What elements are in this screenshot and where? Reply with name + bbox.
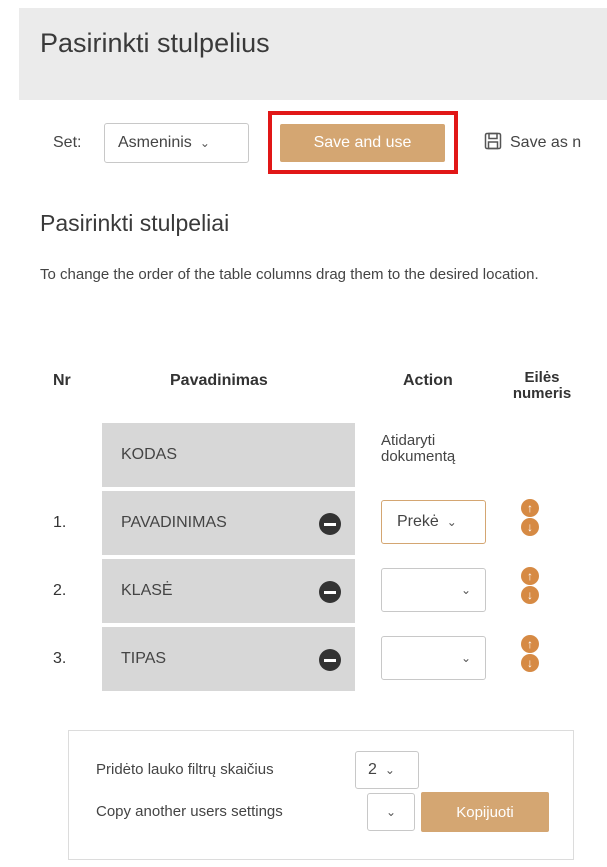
- row-number: 2.: [53, 582, 67, 599]
- copy-user-select[interactable]: ⌄: [367, 793, 415, 831]
- header-nr: Nr: [53, 372, 71, 389]
- row-number: 3.: [53, 650, 67, 667]
- header-action: Action: [403, 372, 453, 389]
- action-text: Atidaryti dokumentą: [381, 432, 456, 465]
- minus-circle-icon[interactable]: [319, 581, 341, 603]
- column-item-label: TIPAS: [121, 650, 167, 667]
- minus-circle-icon[interactable]: [319, 649, 341, 671]
- filters-count-value: 2: [368, 761, 377, 778]
- chevron-down-icon: ⌄: [384, 763, 395, 777]
- column-item-label: PAVADINIMAS: [121, 514, 227, 531]
- column-item-label: KLASĖ: [121, 582, 173, 599]
- filters-count-label: Pridėto lauko filtrų skaičius: [96, 761, 274, 778]
- action-select-value: Prekė: [397, 513, 439, 530]
- action-select[interactable]: ⌄: [381, 636, 486, 680]
- chevron-down-icon: ⌄: [385, 805, 397, 819]
- section-title: Pasirinkti stulpeliai: [40, 210, 230, 236]
- header-order: Eilės numeris: [512, 369, 572, 402]
- arrow-up-icon[interactable]: ↑: [521, 499, 539, 517]
- column-item-label: KODAS: [121, 446, 178, 463]
- header-name: Pavadinimas: [170, 372, 268, 389]
- save-icon[interactable]: [484, 132, 502, 150]
- arrow-up-icon[interactable]: ↑: [521, 567, 539, 585]
- chevron-down-icon: ⌄: [460, 583, 471, 597]
- save-as-button[interactable]: Save as n: [510, 134, 581, 152]
- copy-settings-label: Copy another users settings: [96, 803, 283, 820]
- highlight-box: [268, 111, 458, 174]
- filters-count-select[interactable]: 2 ⌄: [355, 751, 419, 789]
- copy-button[interactable]: Kopijuoti: [421, 792, 549, 832]
- set-label: Set:: [53, 134, 82, 151]
- minus-circle-icon[interactable]: [319, 513, 341, 535]
- arrow-up-icon[interactable]: ↑: [521, 635, 539, 653]
- arrow-down-icon[interactable]: ↓: [521, 518, 539, 536]
- action-select[interactable]: Prekė ⌄: [381, 500, 486, 544]
- arrow-down-icon[interactable]: ↓: [521, 586, 539, 604]
- chevron-down-icon: ⌄: [446, 515, 457, 529]
- arrow-down-icon[interactable]: ↓: [521, 654, 539, 672]
- action-select[interactable]: ⌄: [381, 568, 486, 612]
- page-title: Pasirinkti stulpelius: [40, 28, 270, 58]
- chevron-down-icon: ⌄: [199, 136, 210, 150]
- set-select[interactable]: Asmeninis ⌄: [104, 123, 249, 163]
- set-select-value: Asmeninis: [118, 134, 192, 151]
- chevron-down-icon: ⌄: [460, 651, 471, 665]
- section-description: To change the order of the table columns…: [40, 266, 539, 283]
- row-number: 1.: [53, 514, 67, 531]
